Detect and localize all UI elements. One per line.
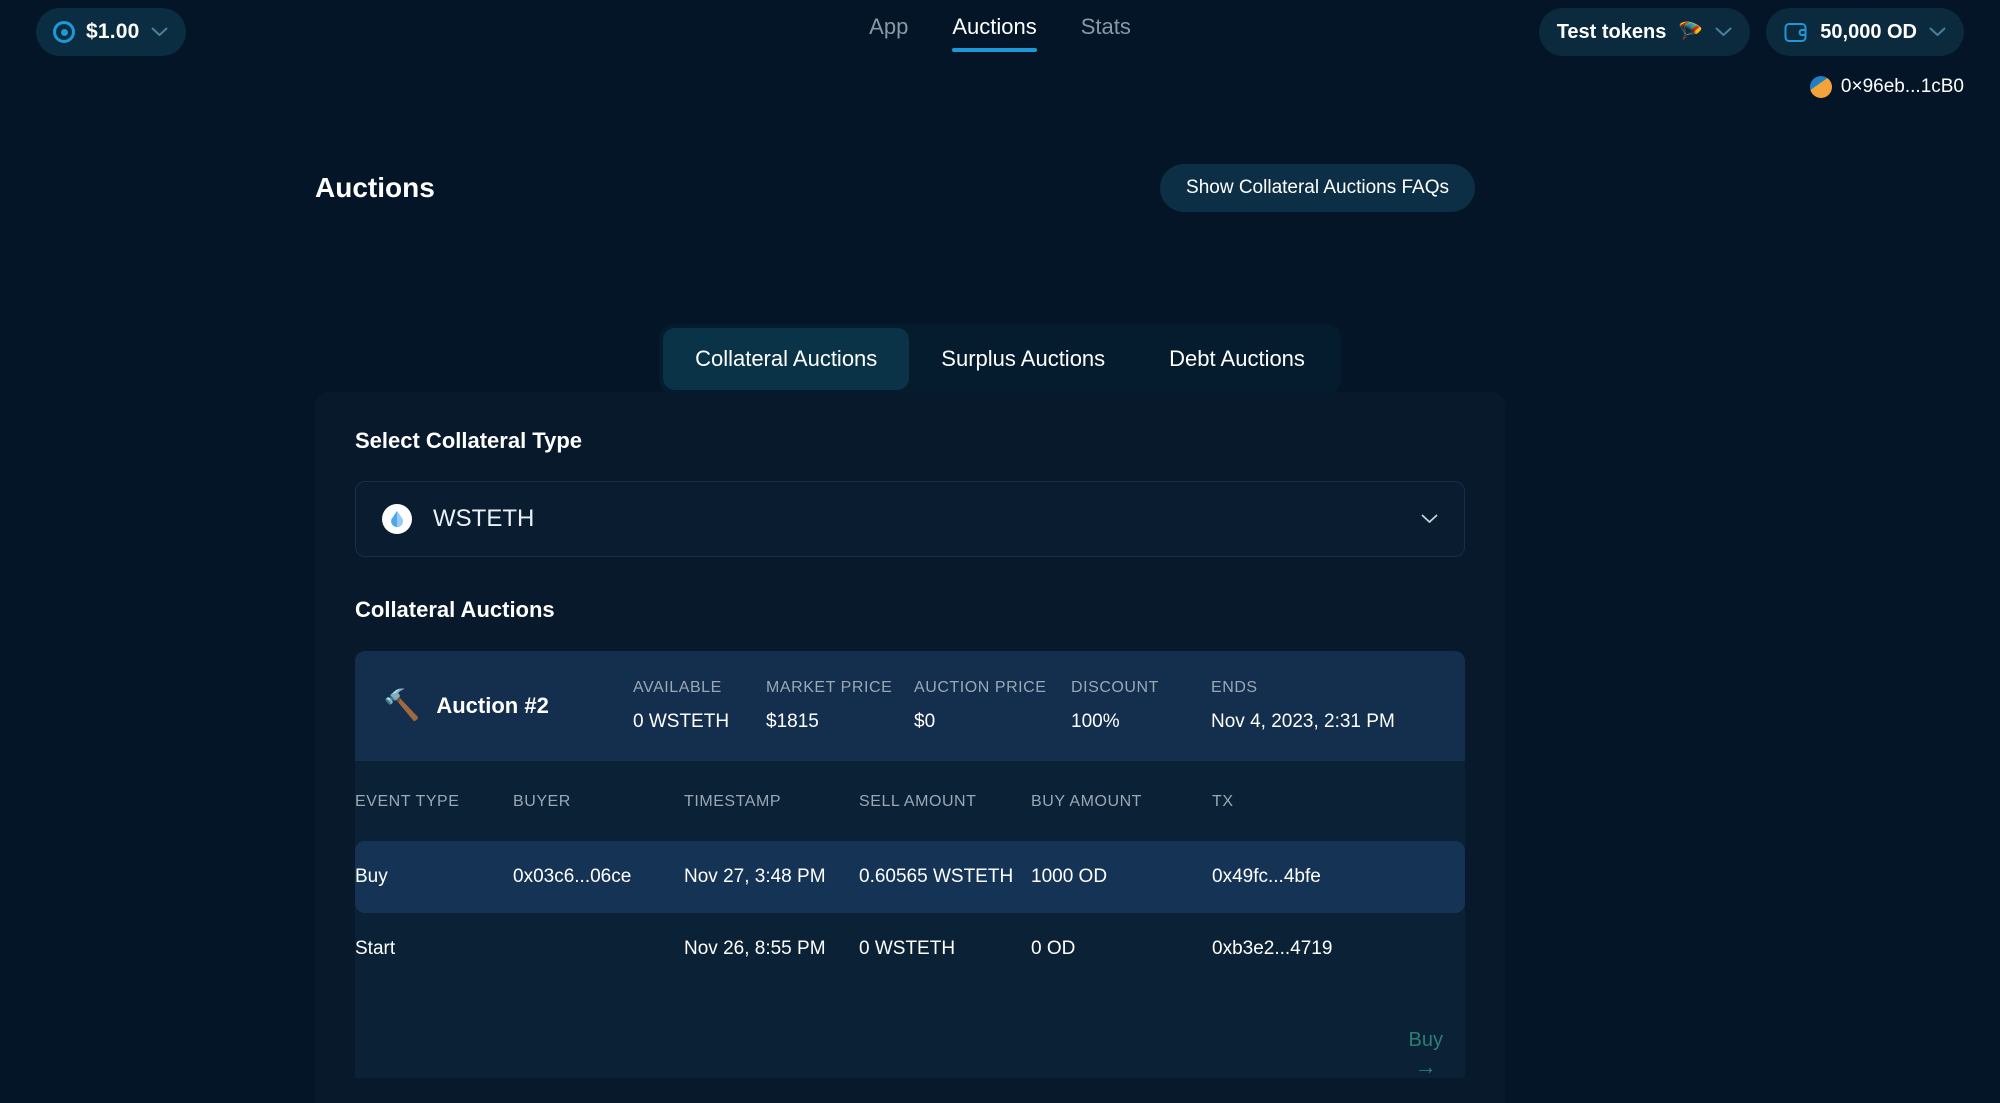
auction-title: Auction #2	[436, 693, 549, 718]
table-header-row: EVENT TYPE BUYER TIMESTAMP SELL AMOUNT B…	[355, 761, 1465, 841]
collateral-auctions-label: Collateral Auctions	[355, 597, 555, 622]
stat-auction-price-value: $0	[914, 711, 936, 732]
cell-event-type: Buy	[355, 841, 513, 913]
stat-ends-key: ENDS	[1211, 679, 1258, 696]
stat-market-price: MARKET PRICE $1815	[766, 679, 914, 733]
page-title: Auctions	[315, 172, 435, 203]
arrow-right-icon: →	[1414, 1054, 1437, 1078]
cell-tx-link[interactable]: 0xb3e2...4719	[1212, 913, 1465, 985]
chevron-down-icon[interactable]	[1715, 27, 1732, 37]
collateral-type-select[interactable]: WSTETH	[355, 481, 1465, 557]
buy-button[interactable]: Buy →	[1409, 1029, 1443, 1078]
chevron-down-icon[interactable]	[1421, 514, 1438, 524]
top-bar: $1.00 App Auctions Stats Test tokens 🪂 5…	[0, 0, 2000, 98]
cell-sell-amount: 0 WSTETH	[859, 938, 956, 959]
column-buy-amount: BUY AMOUNT	[1031, 793, 1142, 810]
top-bar-right: Test tokens 🪂 50,000 OD	[1538, 8, 1964, 56]
show-faqs-button[interactable]: Show Collateral Auctions FAQs	[1160, 164, 1475, 212]
gavel-icon: 🔨	[383, 689, 421, 722]
test-tokens-label: Test tokens	[1556, 20, 1667, 43]
cell-timestamp: Nov 26, 8:55 PM	[684, 938, 826, 959]
collateral-type-value: WSTETH	[433, 505, 535, 532]
cell-timestamp: Nov 27, 3:48 PM	[684, 841, 859, 913]
account-address[interactable]: 0×96eb...1cB0	[1809, 76, 1964, 98]
table-row[interactable]: Buy 0x03c6...06ce Nov 27, 3:48 PM 0.6056…	[355, 841, 1465, 913]
account-address-label: 0×96eb...1cB0	[1840, 76, 1964, 97]
stat-discount: DISCOUNT 100%	[1071, 679, 1211, 733]
buy-button-label: Buy	[1408, 1029, 1443, 1051]
auctions-panel: Select Collateral Type WSTETH Collateral…	[315, 392, 1505, 1103]
stat-discount-key: DISCOUNT	[1071, 679, 1159, 696]
wsteth-icon	[382, 504, 412, 534]
wallet-icon	[1784, 21, 1808, 43]
auction-card: 🔨 Auction #2 AVAILABLE 0 WSTETH MARKET P…	[355, 651, 1465, 1078]
stat-market-price-key: MARKET PRICE	[766, 679, 893, 696]
nav-item-auctions[interactable]: Auctions	[930, 0, 1058, 60]
auction-identity: 🔨 Auction #2	[383, 691, 633, 721]
cell-tx-link[interactable]: 0x49fc...4bfe	[1212, 841, 1465, 913]
chevron-down-icon[interactable]	[1929, 27, 1946, 37]
stat-discount-value: 100%	[1071, 711, 1120, 732]
column-sell-amount: SELL AMOUNT	[859, 793, 977, 810]
nav-item-stats[interactable]: Stats	[1059, 0, 1153, 60]
stat-ends: ENDS Nov 4, 2023, 2:31 PM	[1211, 679, 1395, 733]
wallet-balance-button[interactable]: 50,000 OD	[1766, 8, 1964, 56]
wallet-balance-label: 50,000 OD	[1820, 20, 1917, 43]
auction-tabs: Collateral Auctions Surplus Auctions Deb…	[659, 324, 1341, 394]
cell-event-type: Start	[355, 938, 396, 959]
cell-sell-amount: 0.60565 WSTETH	[859, 841, 1031, 913]
cell-buyer-link[interactable]: 0x03c6...06ce	[513, 841, 684, 913]
nav-item-app[interactable]: App	[847, 0, 930, 60]
cell-buyer-link[interactable]	[513, 913, 684, 985]
column-timestamp: TIMESTAMP	[684, 793, 782, 810]
stat-available: AVAILABLE 0 WSTETH	[633, 679, 766, 733]
auction-card-header: 🔨 Auction #2 AVAILABLE 0 WSTETH MARKET P…	[355, 651, 1465, 761]
stat-available-key: AVAILABLE	[633, 679, 722, 696]
tab-collateral-auctions[interactable]: Collateral Auctions	[663, 328, 910, 390]
stat-auction-price-key: AUCTION PRICE	[914, 679, 1047, 696]
column-event-type: EVENT TYPE	[355, 793, 460, 810]
parachute-icon: 🪂	[1678, 21, 1704, 43]
tab-surplus-auctions[interactable]: Surplus Auctions	[909, 328, 1137, 390]
auction-events-table: EVENT TYPE BUYER TIMESTAMP SELL AMOUNT B…	[355, 761, 1465, 985]
test-tokens-button[interactable]: Test tokens 🪂	[1538, 8, 1751, 56]
auction-tabs-wrapper: Collateral Auctions Surplus Auctions Deb…	[0, 324, 2000, 394]
stat-auction-price: AUCTION PRICE $0	[914, 679, 1071, 733]
stat-available-value: 0 WSTETH	[633, 711, 730, 732]
stat-ends-value: Nov 4, 2023, 2:31 PM	[1211, 711, 1395, 732]
avatar	[1809, 76, 1832, 98]
stat-market-price-value: $1815	[766, 711, 819, 732]
cell-buy-amount: 0 OD	[1031, 938, 1076, 959]
column-buyer: BUYER	[513, 793, 571, 810]
tab-debt-auctions[interactable]: Debt Auctions	[1137, 328, 1337, 390]
buy-action-area: Buy →	[355, 985, 1465, 1078]
page-header: Auctions Show Collateral Auctions FAQs	[315, 164, 1475, 212]
table-row[interactable]: Start Nov 26, 8:55 PM 0 WSTETH 0 OD 0xb3…	[355, 913, 1465, 985]
cell-buy-amount: 1000 OD	[1031, 841, 1212, 913]
column-tx: TX	[1212, 793, 1234, 810]
select-collateral-label: Select Collateral Type	[355, 428, 583, 453]
